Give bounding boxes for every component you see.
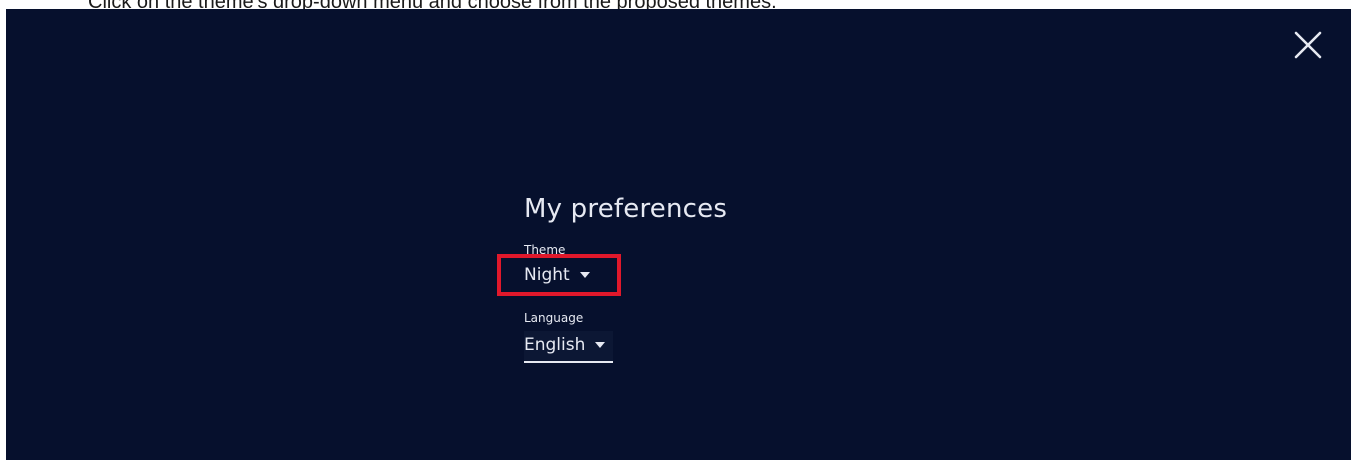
language-label: Language — [524, 311, 584, 325]
language-select-wrapper: English — [524, 331, 614, 363]
chevron-down-icon — [579, 272, 590, 278]
page-title: My preferences — [524, 194, 728, 224]
theme-dropdown[interactable]: Night — [524, 263, 590, 287]
language-dropdown[interactable]: English — [524, 333, 606, 357]
theme-select-wrapper: Night — [497, 254, 621, 296]
close-button[interactable] — [1290, 27, 1326, 63]
preferences-panel: My preferences Theme Night Language Engl… — [497, 189, 924, 363]
language-value: English — [524, 335, 586, 355]
theme-label: Theme — [524, 243, 566, 257]
theme-value: Night — [524, 265, 570, 285]
theme-field: Theme Night — [497, 243, 924, 296]
chevron-down-icon — [595, 342, 606, 348]
language-field: Language English — [524, 311, 924, 363]
preferences-screen: My preferences Theme Night Language Engl… — [6, 9, 1351, 460]
close-icon — [1294, 31, 1322, 59]
